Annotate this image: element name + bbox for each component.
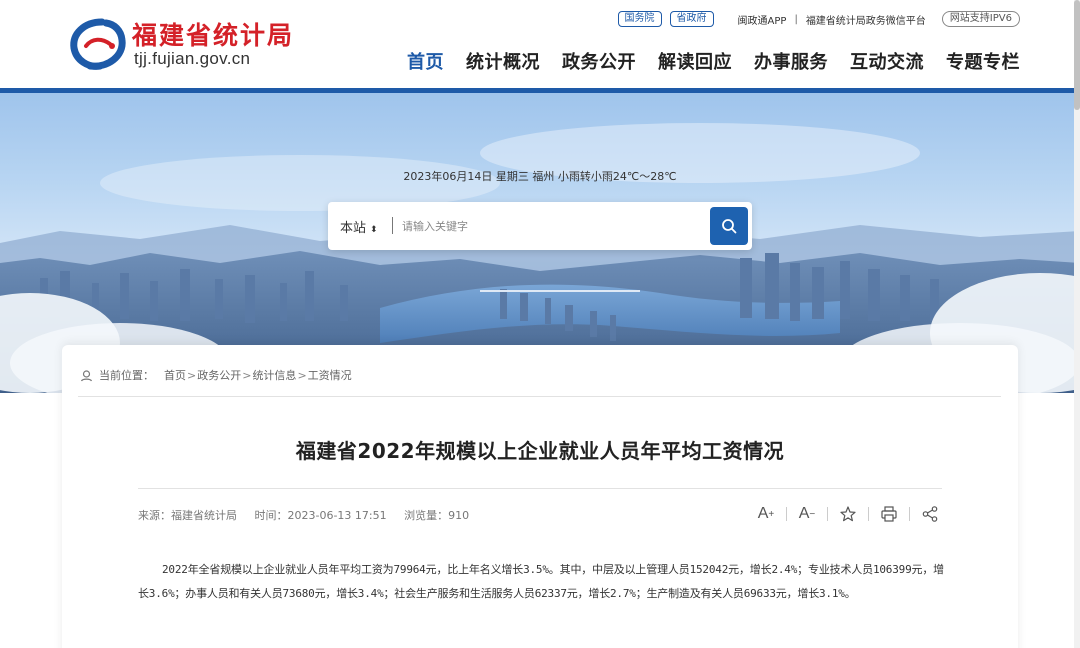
breadcrumb-item-home[interactable]: 首页 xyxy=(164,367,186,383)
breadcrumb-separator: > xyxy=(242,368,252,382)
search-icon xyxy=(722,219,737,234)
divider xyxy=(827,507,828,521)
logo-emblem-icon xyxy=(70,18,126,70)
favorite-button[interactable] xyxy=(836,503,860,525)
breadcrumb: 当前位置： 首页 > 政务公开 > 统计信息 > 工资情况 xyxy=(80,367,352,383)
site-header: 福建省统计局 tjj.fujian.gov.cn 国务院 省政府 闽政通APP … xyxy=(0,0,1080,88)
divider xyxy=(786,507,787,521)
page-scrollbar[interactable] xyxy=(1074,0,1080,648)
link-state-council[interactable]: 国务院 xyxy=(617,11,662,27)
article-views: 浏览量：910 xyxy=(404,509,470,522)
breadcrumb-separator: > xyxy=(297,368,307,382)
divider xyxy=(909,507,910,521)
article-source: 来源：福建省统计局 xyxy=(138,509,237,522)
breadcrumb-label: 当前位置： xyxy=(99,369,154,382)
font-a-label: A xyxy=(757,505,769,522)
divider xyxy=(392,217,393,234)
nav-item-home[interactable]: 首页 xyxy=(407,48,444,74)
increase-font-button[interactable]: A + xyxy=(754,503,778,525)
search-input[interactable] xyxy=(402,214,702,238)
share-icon xyxy=(922,506,938,522)
link-wechat-platform[interactable]: 福建省统计局政务微信平台 xyxy=(806,12,926,27)
breadcrumb-separator: > xyxy=(187,368,197,382)
article-body: 2022年全省规模以上企业就业人员年平均工资为79964元，比上年名义增长3.5… xyxy=(138,563,944,600)
search-scope-label: 本站 xyxy=(340,221,367,236)
article-title: 福建省2022年规模以上企业就业人员年平均工资情况 xyxy=(295,439,785,463)
nav-item-interpretation[interactable]: 解读回应 xyxy=(658,48,732,74)
printer-icon xyxy=(881,506,897,522)
main-nav: 首页 统计概况 政务公开 解读回应 办事服务 互动交流 专题专栏 xyxy=(385,48,1020,74)
divider xyxy=(868,507,869,521)
minus-icon: − xyxy=(809,508,816,520)
site-logo[interactable]: 福建省统计局 tjj.fujian.gov.cn xyxy=(68,14,328,74)
breadcrumb-item-public-affairs[interactable]: 政务公开 xyxy=(197,367,241,383)
link-provincial-gov[interactable]: 省政府 xyxy=(669,11,714,27)
link-app[interactable]: 闽政通APP xyxy=(738,12,787,27)
plus-icon: + xyxy=(768,508,775,520)
article-meta: 来源：福建省统计局 时间：2023-06-13 17:51 浏览量：910 xyxy=(138,507,483,523)
article-tools: A + A − xyxy=(754,503,942,525)
divider xyxy=(138,488,942,489)
print-button[interactable] xyxy=(877,503,901,525)
nav-item-public-affairs[interactable]: 政务公开 xyxy=(562,48,636,74)
font-a-label: A xyxy=(798,505,810,522)
star-icon xyxy=(840,506,856,522)
search-scope-select[interactable]: 本站 ⬍ xyxy=(340,217,378,236)
divider xyxy=(78,396,1001,397)
article-card: 当前位置： 首页 > 政务公开 > 统计信息 > 工资情况 福建省2022年规模… xyxy=(62,345,1018,648)
site-search-box: 本站 ⬍ xyxy=(328,202,752,250)
breadcrumb-item-statistics[interactable]: 统计信息 xyxy=(252,367,296,383)
nav-item-interaction[interactable]: 互动交流 xyxy=(850,48,924,74)
location-pin-icon xyxy=(80,369,93,382)
site-domain: tjj.fujian.gov.cn xyxy=(134,49,251,68)
nav-item-topics[interactable]: 专题专栏 xyxy=(946,48,1020,74)
article-time: 时间：2023-06-13 17:51 xyxy=(254,509,387,522)
ipv6-badge: 网站支持IPV6 xyxy=(941,11,1020,27)
top-links-bar: 国务院 省政府 闽政通APP | 福建省统计局政务微信平台 网站支持IPV6 xyxy=(617,10,1020,28)
search-button[interactable] xyxy=(710,207,748,245)
scrollbar-thumb[interactable] xyxy=(1074,0,1080,110)
decrease-font-button[interactable]: A − xyxy=(795,503,819,525)
share-button[interactable] xyxy=(918,503,942,525)
divider: | xyxy=(794,13,798,25)
nav-item-overview[interactable]: 统计概况 xyxy=(466,48,540,74)
nav-item-services[interactable]: 办事服务 xyxy=(754,48,828,74)
date-weather-text: 2023年06月14日 星期三 福州 小雨转小雨24℃～28℃ xyxy=(403,170,677,183)
site-name: 福建省统计局 xyxy=(132,21,295,50)
breadcrumb-item-wages[interactable]: 工资情况 xyxy=(308,367,352,383)
sort-caret-icon: ⬍ xyxy=(370,225,378,235)
